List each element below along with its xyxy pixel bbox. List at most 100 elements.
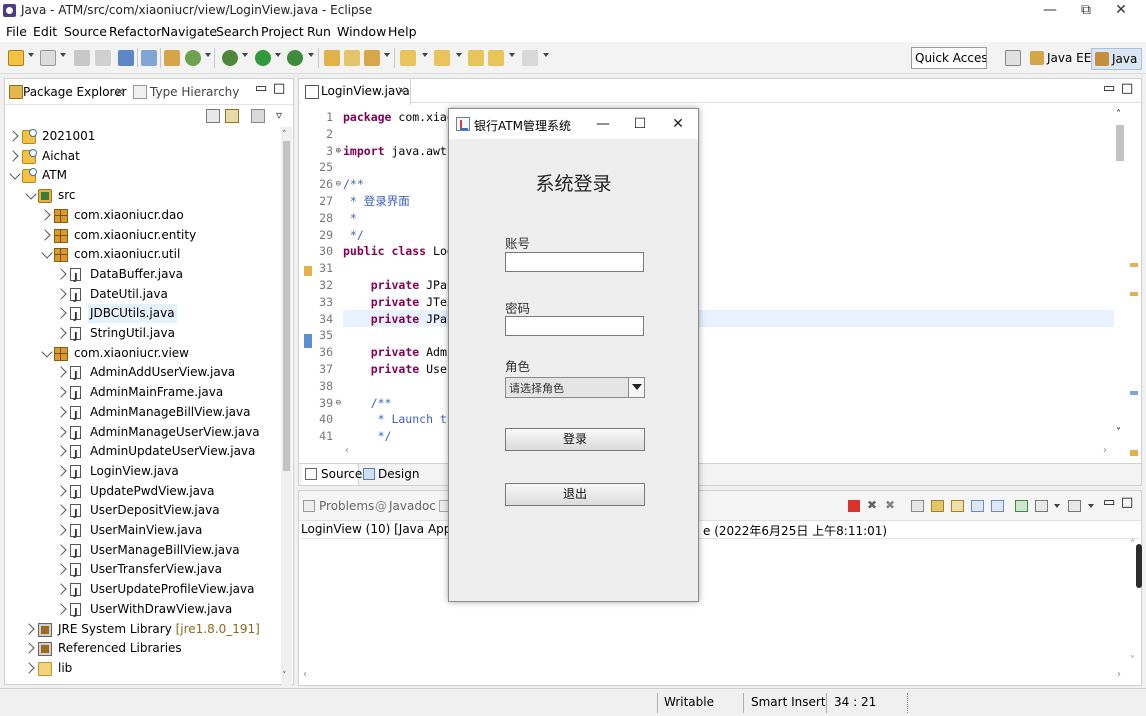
new-class-icon[interactable] [185, 50, 201, 66]
debug-icon[interactable] [222, 50, 238, 66]
tree-item[interactable]: AdminUpdateUserView.java [5, 442, 281, 464]
chevron-right-icon[interactable] [23, 642, 35, 654]
chevron-right-icon[interactable] [55, 603, 67, 615]
tree-item[interactable]: JDBCUtils.java [5, 304, 281, 326]
chevron-right-icon[interactable] [39, 209, 51, 221]
tree-item[interactable]: DataBuffer.java [5, 265, 281, 287]
remove-all-icon[interactable]: ✖ [885, 498, 895, 512]
chevron-right-icon[interactable] [7, 150, 19, 162]
perspective-java-ee[interactable]: Java EE [1027, 48, 1095, 70]
maximize-view-icon[interactable]: □ [1121, 81, 1133, 96]
menu-run[interactable]: Run [307, 24, 331, 39]
filter-icon[interactable] [251, 109, 265, 123]
next-annotation-icon[interactable] [400, 50, 416, 66]
account-input[interactable] [505, 252, 644, 272]
menu-navigate[interactable]: Navigate [161, 24, 217, 39]
password-input[interactable] [505, 316, 644, 336]
tree-item[interactable]: DateUtil.java [5, 285, 281, 307]
tree-item[interactable]: Aichat [5, 147, 281, 166]
tree-scrollbar[interactable]: ˄ ˅ [281, 127, 292, 685]
terminal-icon[interactable] [118, 50, 134, 66]
chevron-down-icon[interactable] [628, 378, 644, 397]
chevron-down-icon[interactable] [41, 346, 53, 358]
save-icon[interactable] [74, 50, 90, 66]
previous-annotation-icon[interactable] [434, 50, 450, 66]
chevron-right-icon[interactable] [55, 445, 67, 457]
chevron-down-icon[interactable] [242, 53, 248, 57]
chevron-down-icon[interactable] [384, 53, 390, 57]
chevron-right-icon[interactable] [55, 524, 67, 536]
editor-scrollbar[interactable]: ˄ ˅ [1114, 109, 1126, 438]
chevron-down-icon[interactable] [60, 53, 66, 57]
word-wrap-icon[interactable] [951, 500, 964, 512]
chevron-right-icon[interactable] [23, 662, 35, 674]
save-all-icon[interactable] [95, 50, 111, 66]
chevron-right-icon[interactable] [55, 366, 67, 379]
new-icon[interactable] [8, 50, 24, 66]
dialog-minimize-button[interactable]: — [588, 114, 618, 134]
tree-item[interactable]: JRE System Library [jre1.8.0_191] [5, 620, 281, 639]
chevron-down-icon[interactable] [25, 188, 37, 200]
expand-fold-icon[interactable]: ⊕ [305, 143, 341, 160]
collapse-fold-icon[interactable]: ⊖ [305, 395, 341, 412]
chevron-right-icon[interactable] [55, 544, 67, 556]
menu-window[interactable]: Window [337, 24, 386, 39]
scroll-thumb[interactable] [283, 141, 290, 471]
open-task-icon[interactable] [344, 50, 360, 66]
chevron-right-icon[interactable] [55, 406, 67, 418]
chevron-right-icon[interactable] [55, 484, 67, 497]
scroll-thumb[interactable] [1116, 125, 1124, 161]
tree-item[interactable]: 2021001 [5, 127, 281, 146]
chevron-right-icon[interactable] [55, 287, 67, 300]
back-icon[interactable] [488, 50, 504, 66]
perspective-java[interactable]: Java [1091, 48, 1143, 70]
close-icon[interactable]: ✕ [115, 85, 125, 99]
tree-item[interactable]: Referenced Libraries [5, 639, 281, 658]
minimize-view-icon[interactable]: ▭ [255, 81, 267, 96]
new-console-icon[interactable] [1035, 500, 1048, 512]
close-button[interactable]: ✕ [1098, 0, 1144, 22]
menu-refactor[interactable]: Refactor [109, 24, 161, 39]
chevron-right-icon[interactable] [55, 268, 67, 280]
search-icon[interactable] [364, 50, 380, 66]
chevron-down-icon[interactable] [543, 53, 549, 57]
tab-problems[interactable]: Problems [319, 499, 374, 513]
last-edit-icon[interactable] [468, 50, 484, 66]
tree-item[interactable]: com.xiaoniucr.view [5, 344, 281, 363]
console-output[interactable] [301, 541, 1129, 669]
console-horizontal-scrollbar[interactable]: ‹ › [301, 669, 1127, 683]
chevron-right-icon[interactable] [23, 622, 35, 635]
menu-search[interactable]: Search [216, 24, 259, 39]
login-button[interactable]: 登录 [505, 428, 645, 451]
menu-help[interactable]: Help [388, 24, 417, 39]
tree-item[interactable]: com.xiaoniucr.util [5, 245, 281, 264]
chevron-right-icon[interactable] [55, 563, 67, 576]
new-file-icon[interactable] [40, 50, 56, 66]
tree-item[interactable]: AdminAddUserView.java [5, 363, 281, 385]
console-scrollbar[interactable]: ˄ ˅ [1128, 539, 1142, 669]
chevron-down-icon[interactable] [28, 53, 34, 57]
tree-item[interactable]: StringUtil.java [5, 324, 281, 346]
exit-button[interactable]: 退出 [505, 483, 645, 506]
link-with-editor-icon[interactable] [225, 109, 239, 123]
menu-project[interactable]: Project [261, 24, 304, 39]
chevron-down-icon[interactable] [1088, 504, 1094, 508]
maximize-view-icon[interactable]: □ [1121, 495, 1133, 510]
tree-item[interactable]: ATM [5, 166, 281, 185]
tab-source[interactable]: Source [302, 464, 362, 485]
tree-item[interactable]: src [5, 186, 281, 205]
tree-item[interactable]: UserMainView.java [5, 521, 281, 543]
clear-console-icon[interactable] [911, 500, 924, 512]
external-tools-icon[interactable] [287, 50, 303, 66]
tree-item[interactable]: AdminManageUserView.java [5, 423, 281, 445]
display-selected-console-icon[interactable] [991, 500, 1004, 512]
chevron-right-icon[interactable] [55, 386, 67, 398]
chevron-right-icon[interactable] [55, 583, 67, 595]
code-area[interactable]: 1 package com.xiao 2 3 ⊕ import java.awt. 25 26… [299, 109, 1114, 445]
close-icon[interactable]: ✕ [397, 84, 407, 98]
chevron-right-icon[interactable] [55, 504, 67, 516]
remove-launch-icon[interactable]: ✖ [867, 498, 877, 512]
scroll-lock-icon[interactable] [931, 500, 944, 512]
scroll-left-icon[interactable]: ‹ [303, 669, 307, 680]
tree-item[interactable]: UserDepositView.java [5, 501, 281, 523]
